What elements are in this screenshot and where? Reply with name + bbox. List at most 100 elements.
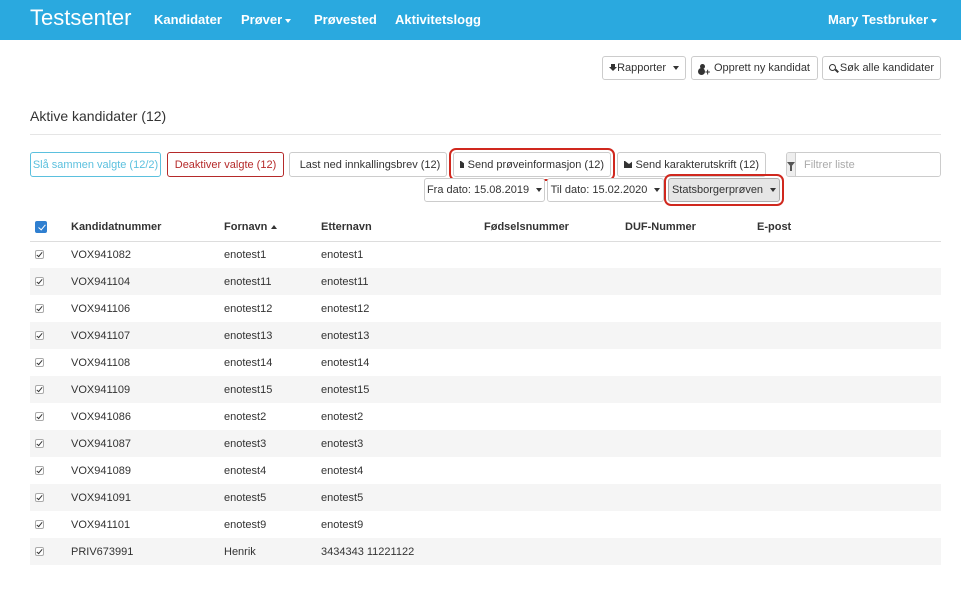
row-checkbox-cell (30, 241, 71, 268)
row-checkbox[interactable] (35, 493, 44, 503)
cell-fornavn: enotest2 (224, 410, 267, 423)
row-checkbox-cell (30, 403, 71, 430)
table-row[interactable]: VOX941087 enotest3 enotest3 (30, 430, 941, 457)
row-checkbox-cell (30, 457, 71, 484)
table-row[interactable]: VOX941082 enotest1 enotest1 (30, 241, 941, 268)
header-kandidatnummer[interactable]: Kandidatnummer (71, 214, 224, 242)
table-row[interactable]: VOX941107 enotest13 enotest13 (30, 322, 941, 349)
cell-etternavn: enotest4 (321, 464, 364, 477)
download-letters-button[interactable]: Last ned innkallingsbrev (12) (289, 152, 447, 177)
to-date-button[interactable]: Til dato: 15.02.2020 (547, 178, 664, 202)
cell-fodselsnummer (484, 322, 625, 349)
deactivate-selected-button[interactable]: Deaktiver valgte (12) (167, 152, 284, 177)
cell-fodselsnummer (484, 403, 625, 430)
candidates-table: Kandidatnummer Fornavn Etternavn Fødsels… (30, 214, 941, 565)
cell-epost (757, 511, 941, 538)
brand-logo[interactable]: Testsenter (30, 5, 132, 31)
nav-aktivitetslogg[interactable]: Aktivitetslogg (395, 12, 481, 27)
cell-duf (625, 349, 757, 376)
send-grades-button[interactable]: Send karakterutskrift (12) (617, 152, 766, 177)
cell-etternavn: enotest1 (321, 248, 364, 261)
cell-epost (757, 430, 941, 457)
nav-prover[interactable]: Prøver (241, 12, 292, 27)
nav-kandidater[interactable]: Kandidater (154, 12, 222, 27)
cell-fornavn: Henrik (224, 538, 321, 565)
select-all-checkbox[interactable] (35, 221, 47, 234)
cell-fodselsnummer (484, 511, 625, 538)
cell-duf (625, 322, 757, 349)
row-checkbox[interactable] (35, 520, 44, 530)
cell-fornavn: enotest5 (224, 484, 321, 511)
row-checkbox[interactable] (35, 547, 44, 557)
cell-fodselsnummer (484, 484, 625, 511)
cell-fornavn: enotest11 (224, 268, 321, 295)
table-row[interactable]: VOX941109 enotest15 enotest15 (30, 376, 941, 403)
merge-selected-label: Slå sammen valgte (12/2) (32, 158, 159, 171)
header-fodselsnummer[interactable]: Fødselsnummer (484, 214, 625, 242)
cell-fornavn: enotest14 (224, 356, 273, 369)
table-row[interactable]: PRIV673991 Henrik 3434343 11221122 (30, 538, 941, 565)
cell-kandidatnummer: VOX941082 (71, 248, 131, 261)
sort-ascending-icon (271, 225, 278, 230)
cell-epost (757, 268, 941, 295)
cell-duf (625, 484, 757, 511)
cell-fornavn: enotest4 (224, 464, 267, 477)
table-row[interactable]: VOX941108 enotest14 enotest14 (30, 349, 941, 376)
header-epost[interactable]: E-post (757, 214, 941, 242)
nav-provested[interactable]: Prøvested (314, 12, 377, 27)
send-grades-label: Send karakterutskrift (12) (635, 158, 760, 171)
header-duf-nummer[interactable]: DUF-Nummer (625, 214, 757, 242)
filter-input[interactable] (796, 153, 940, 176)
table-row[interactable]: VOX941091 enotest5 enotest5 (30, 484, 941, 511)
cell-fodselsnummer (484, 430, 625, 457)
download-letters-label: Last ned innkallingsbrev (12) (299, 158, 441, 171)
select-all-cell (30, 214, 71, 242)
cell-kandidatnummer: VOX941087 (71, 430, 224, 457)
send-exam-info-button[interactable]: Send prøveinformasjon (12) (449, 148, 615, 181)
cell-etternavn: enotest3 (321, 430, 484, 457)
row-checkbox[interactable] (35, 277, 44, 287)
add-candidate-button[interactable]: Opprett ny kandidat (691, 56, 818, 83)
user-menu[interactable]: Mary Testbruker (828, 12, 938, 27)
caret-down-icon (931, 18, 938, 23)
header-fornavn-label: Fornavn (224, 221, 268, 234)
row-checkbox[interactable] (35, 358, 44, 368)
filter-icon (787, 162, 795, 171)
row-checkbox[interactable] (35, 385, 44, 395)
from-date-label: Fra dato: 15.08.2019 (426, 184, 530, 196)
row-checkbox-cell (30, 538, 71, 565)
cell-fornavn: enotest12 (224, 302, 273, 315)
cell-epost (757, 241, 941, 268)
cell-epost (757, 322, 941, 349)
table-row[interactable]: VOX941101 enotest9 enotest9 (30, 511, 941, 538)
cell-epost (757, 457, 941, 484)
caret-down-icon (285, 18, 292, 23)
row-checkbox[interactable] (35, 304, 44, 314)
header-fornavn[interactable]: Fornavn (224, 214, 321, 242)
row-checkbox[interactable] (35, 412, 44, 422)
row-checkbox[interactable] (35, 250, 44, 260)
table-row[interactable]: VOX941106 enotest12 enotest12 (30, 295, 941, 322)
merge-selected-button[interactable]: Slå sammen valgte (12/2) (30, 152, 161, 177)
search-all-label: Søk alle kandidater (839, 62, 934, 74)
table-row[interactable]: VOX941089 enotest4 enotest4 (30, 457, 941, 484)
cell-duf (625, 403, 757, 430)
row-checkbox[interactable] (35, 466, 44, 476)
filter-addon (787, 153, 796, 176)
caret-down-icon (770, 188, 777, 192)
table-row[interactable]: VOX941104 enotest11 enotest11 (30, 268, 941, 295)
table-row[interactable]: VOX941086 enotest2 enotest2 (30, 403, 941, 430)
exam-type-dropdown[interactable]: Statsborgerprøven (664, 174, 784, 206)
cell-fodselsnummer (484, 538, 625, 565)
row-checkbox[interactable] (35, 331, 44, 341)
deactivate-selected-label: Deaktiver valgte (12) (174, 158, 277, 171)
search-all-button[interactable]: Søk alle kandidater (822, 56, 941, 80)
row-checkbox-cell (30, 484, 71, 511)
header-etternavn[interactable]: Etternavn (321, 214, 484, 242)
from-date-button[interactable]: Fra dato: 15.08.2019 (424, 178, 545, 202)
reports-button[interactable]: Rapporter (602, 56, 686, 80)
exam-type-label: Statsborgerprøven (671, 184, 764, 196)
cell-fornavn: enotest9 (224, 518, 267, 531)
row-checkbox[interactable] (35, 439, 44, 449)
envelope-icon (624, 161, 633, 168)
